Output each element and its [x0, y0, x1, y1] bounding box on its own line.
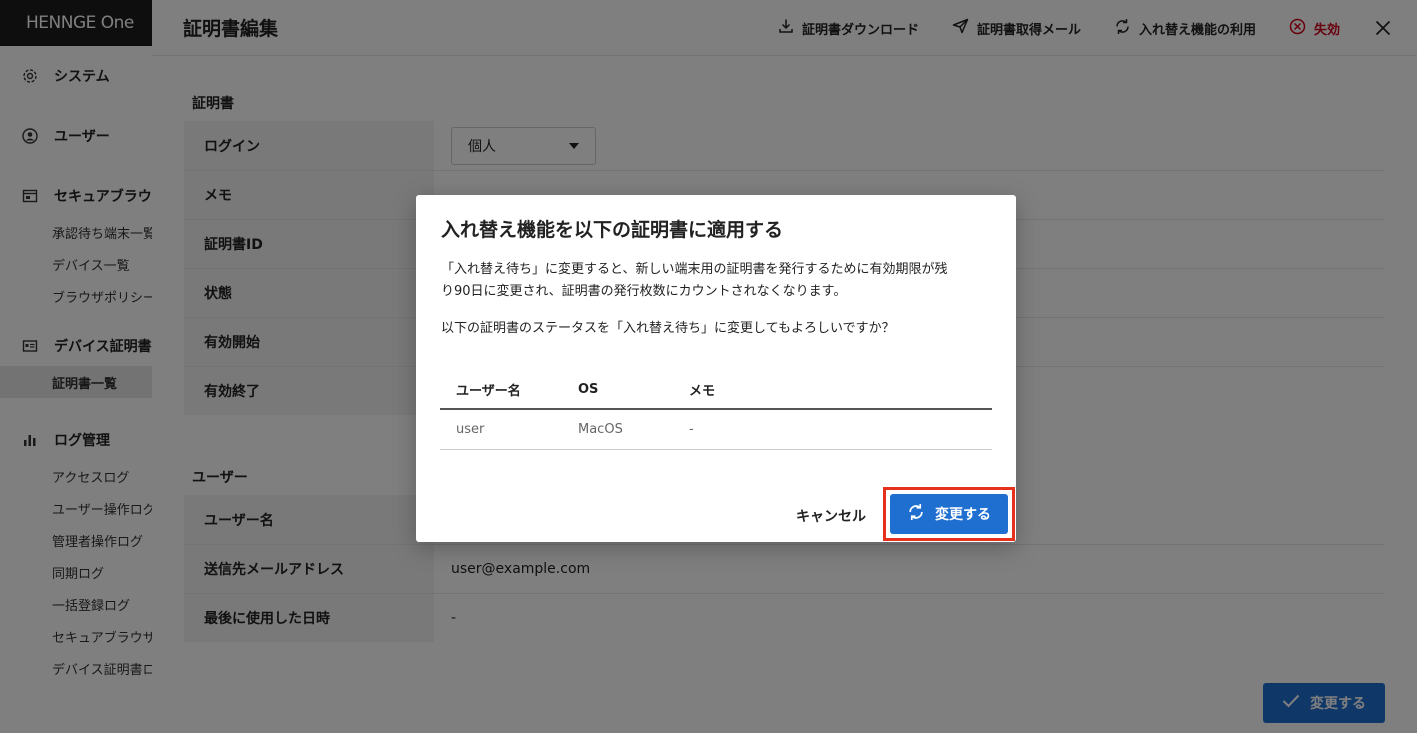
- column-header-os: OS: [578, 371, 689, 410]
- dialog-confirm-text: 以下の証明書のステータスを「入れ替え待ち」に変更してもよろしいですか？: [441, 321, 895, 336]
- column-header-memo: メモ: [689, 371, 992, 410]
- table-row: user MacOS -: [440, 409, 992, 450]
- cancel-button[interactable]: キャンセル: [796, 506, 866, 526]
- confirm-change-label: 変更する: [935, 507, 991, 523]
- replace-confirm-dialog: 入れ替え機能を以下の証明書に適用する 「入れ替え待ち」に変更すると、新しい端末用…: [416, 195, 1016, 542]
- column-header-username: ユーザー名: [440, 371, 578, 410]
- cell-os: MacOS: [578, 409, 689, 450]
- dialog-description-line: 「入れ替え待ち」に変更すると、新しい端末用の証明書を発行するために有効期限が残: [441, 262, 948, 277]
- dialog-title: 入れ替え機能を以下の証明書に適用する: [441, 219, 784, 241]
- dialog-description: 「入れ替え待ち」に変更すると、新しい端末用の証明書を発行するために有効期限が残 …: [441, 259, 996, 303]
- cell-username: user: [440, 409, 578, 450]
- cell-memo: -: [689, 409, 992, 450]
- dialog-description-line: り90日に変更され、証明書の発行枚数にカウントされなくなります。: [441, 284, 847, 299]
- confirm-change-button[interactable]: 変更する: [890, 494, 1008, 534]
- table-header-row: ユーザー名 OS メモ: [440, 371, 992, 410]
- sync-icon: [907, 503, 925, 525]
- target-cert-table: ユーザー名 OS メモ user MacOS -: [440, 371, 992, 450]
